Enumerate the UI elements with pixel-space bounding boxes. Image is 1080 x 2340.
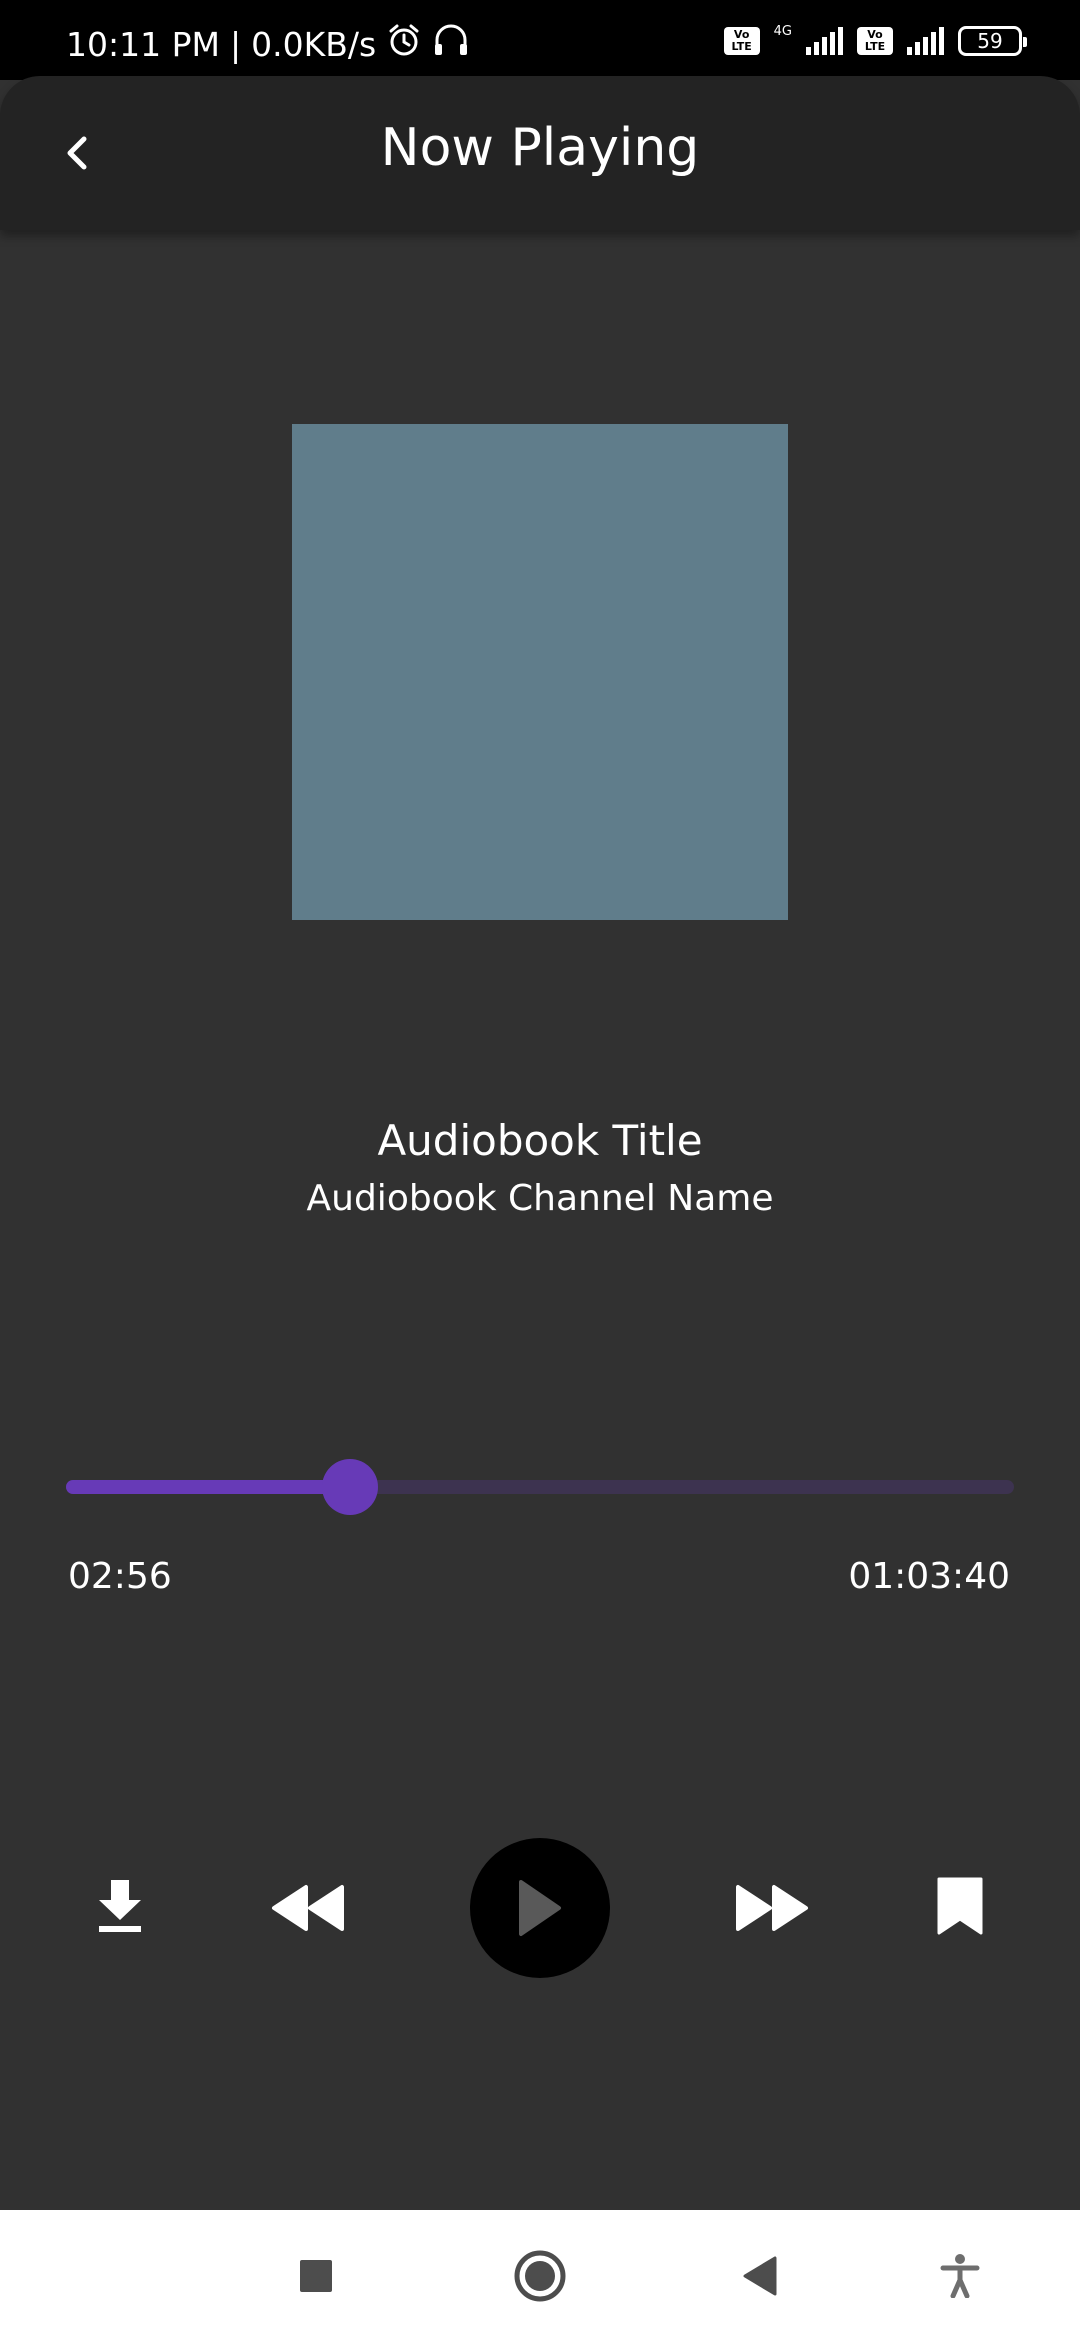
bookmark-icon (937, 1877, 983, 1935)
fast-forward-icon (736, 1885, 808, 1931)
status-net-speed: 0.0KB/s (251, 24, 377, 64)
volte-badge-2: Vo LTE (857, 27, 893, 55)
status-left: 10:11 PM | 0.0KB/s (66, 22, 470, 66)
total-time: 01:03:40 (848, 1556, 1010, 1597)
play-button[interactable] (470, 1838, 610, 1978)
bookmark-button[interactable] (924, 1864, 996, 1948)
status-separator: | (229, 24, 242, 64)
rewind-button[interactable] (266, 1868, 350, 1948)
system-back-button[interactable] (730, 2246, 790, 2306)
playback-controls (0, 1838, 1080, 1978)
volte-badge-1: Vo LTE (723, 27, 760, 55)
battery-level: 59 (977, 29, 1003, 53)
elapsed-time: 02:56 (68, 1556, 172, 1597)
home-button[interactable] (510, 2246, 570, 2306)
recents-square-icon (300, 2260, 332, 2292)
network-type: 4G (773, 23, 792, 39)
status-time: 10:11 PM (66, 24, 220, 64)
alarm-icon (386, 22, 422, 66)
system-nav-bar (0, 2210, 1080, 2340)
signal-icon-1 (806, 27, 843, 55)
accessibility-button[interactable] (930, 2246, 990, 2306)
battery-indicator: 59 (958, 26, 1027, 56)
status-bar: 10:11 PM | 0.0KB/s Vo LTE 4G Vo LTE 59 (0, 0, 1080, 80)
home-circle-icon (514, 2250, 566, 2302)
back-triangle-icon (743, 2256, 777, 2296)
play-icon (519, 1880, 561, 1936)
progress-thumb[interactable] (322, 1459, 379, 1515)
volte-bottom: LTE (864, 40, 886, 53)
app-bar: Now Playing (0, 76, 1080, 230)
audiobook-channel: Audiobook Channel Name (306, 1178, 774, 1219)
download-button[interactable] (84, 1866, 156, 1946)
headphones-icon (432, 22, 470, 66)
page-title: Now Playing (380, 118, 700, 178)
progress-slider[interactable] (66, 1459, 1014, 1515)
status-right: Vo LTE 4G Vo LTE 59 (723, 23, 1027, 56)
progress-fill (66, 1480, 351, 1494)
audiobook-title: Audiobook Title (377, 1116, 703, 1165)
accessibility-icon (940, 2254, 980, 2298)
audiobook-cover (292, 424, 788, 920)
fast-rewind-icon (272, 1885, 344, 1931)
download-icon (99, 1880, 141, 1932)
signal-icon-2 (907, 27, 944, 55)
volte-bottom: LTE (731, 40, 752, 53)
recents-button[interactable] (286, 2246, 346, 2306)
forward-button[interactable] (730, 1868, 814, 1948)
